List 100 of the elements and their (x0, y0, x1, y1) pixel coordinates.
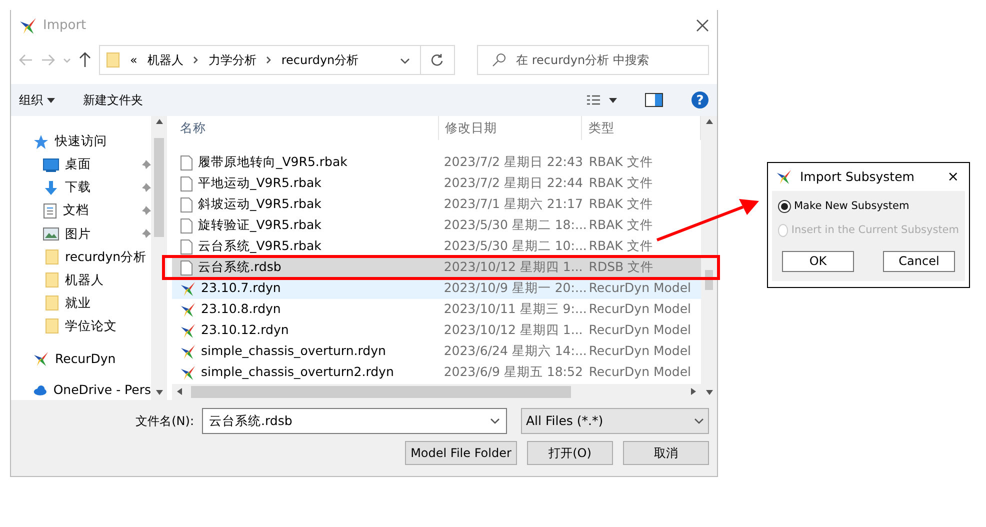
file-row[interactable]: simple_chassis_overturn2.rdyn 2023/6/9 星期五 18:52 RecurDyn Model (172, 362, 701, 383)
scroll-left-icon[interactable] (176, 387, 183, 396)
scrollbar-thumb[interactable] (191, 386, 571, 398)
nav-item[interactable]: 学位论文 (65, 316, 151, 336)
refresh-icon[interactable] (431, 54, 444, 66)
file-row[interactable]: 云台系统.rdsb 2023/10/12 星期四 1... RDSB 文件 (172, 257, 701, 278)
file-type: RBAK 文件 (588, 238, 653, 254)
nav-item[interactable]: 就业 (65, 294, 151, 313)
scroll-right-icon[interactable] (690, 387, 697, 396)
file-name: 云台系统.rdsb (198, 258, 282, 276)
nav-item[interactable]: 文档 (63, 201, 135, 220)
star-icon (33, 134, 49, 150)
model-folder-button[interactable]: Model File Folder (405, 441, 517, 465)
document-icon (43, 202, 57, 219)
chevron-icon (266, 56, 272, 64)
file-row[interactable]: 旋转验证_V9R5.rbak 2023/5/30 星期二 18:...RBAK 文件 (172, 215, 701, 236)
filename-field[interactable]: 云台系统.rdsb (202, 408, 507, 434)
close-icon[interactable] (696, 19, 709, 32)
file-icon (180, 176, 193, 192)
new-folder-button[interactable]: 新建文件夹 (83, 91, 143, 109)
modified-date: 2023/7/2 星期日 22:44 (444, 175, 583, 190)
scrollbar-thumb[interactable] (154, 138, 164, 236)
scroll-up-icon[interactable] (704, 118, 714, 126)
file-row[interactable]: 平地运动_V9R5.rbak 2023/7/2 星期日 22:44 RBAK 文件 (172, 173, 701, 194)
breadcrumb-item[interactable]: 力学分析 (208, 51, 256, 69)
scroll-up-icon[interactable] (154, 118, 164, 126)
preview-pane-icon[interactable] (645, 93, 663, 107)
caret-icon[interactable] (47, 98, 55, 102)
app-logo-icon (776, 169, 792, 186)
breadcrumb-item[interactable]: recurdyn分析 (281, 51, 359, 69)
file-type: RecurDyn Model (588, 301, 692, 316)
dialog-title: Import Subsystem (800, 168, 914, 186)
cancel-button[interactable]: 取消 (623, 441, 709, 465)
up-icon[interactable] (79, 52, 91, 68)
nav-item[interactable]: 图片 (65, 224, 135, 244)
file-row[interactable]: 履带原地转向_V9R5.rbak 2023/7/2 星期日 22:43 RBAK 文件 (172, 152, 701, 173)
file-icon (180, 260, 193, 276)
file-name: 云台系统_V9R5.rbak (198, 237, 322, 256)
scroll-down-icon[interactable] (704, 388, 714, 396)
close-icon[interactable]: × (947, 166, 959, 188)
caret-icon[interactable] (609, 98, 617, 102)
column-header[interactable]: 修改日期 (444, 118, 497, 138)
modified-date: 2023/6/9 星期五 18:52 (444, 364, 583, 380)
file-row[interactable]: 斜坡运动_V9R5.rbak 2023/7/1 星期六 21:17 RBAK 文件 (172, 194, 701, 215)
breadcrumb-item[interactable]: « (130, 51, 138, 69)
file-row[interactable]: 23.10.7.rdyn 2023/10/9 星期一 20:...RecurDyn Model (172, 278, 701, 299)
file-type: RBAK 文件 (588, 175, 653, 190)
modified-date: 2023/5/30 星期二 10:... (444, 238, 587, 254)
search-field[interactable]: 在 recurdyn分析 中搜索 (477, 45, 709, 75)
file-row[interactable]: 23.10.12.rdyn 2023/10/12 星期四 1... RecurDyn Model (172, 320, 701, 341)
nav-item[interactable]: 桌面 (65, 155, 135, 174)
file-icon (180, 154, 193, 170)
cloud-icon (33, 384, 48, 396)
file-type: RBAK 文件 (588, 217, 653, 232)
open-button[interactable]: 打开(O) (527, 441, 613, 465)
nav-item[interactable]: 快速访问 (55, 132, 151, 151)
modified-date: 2023/10/12 星期四 1... (444, 322, 583, 338)
modified-date: 2023/10/11 星期三 9:... (444, 301, 587, 316)
nav-item[interactable]: recurdyn分析 (65, 248, 151, 266)
file-name: 履带原地转向_V9R5.rbak (198, 153, 348, 172)
file-name: simple_chassis_overturn.rdyn (201, 342, 386, 360)
view-options-icon[interactable] (586, 95, 601, 105)
column-header[interactable]: 类型 (588, 118, 614, 138)
help-icon[interactable]: ? (691, 91, 709, 109)
recurdyn-logo-icon (180, 302, 196, 318)
file-icon (180, 238, 193, 254)
modified-date: 2023/7/1 星期六 21:17 (444, 196, 583, 212)
file-name: 23.10.12.rdyn (201, 321, 289, 340)
folder-icon (106, 52, 120, 68)
nav-item[interactable]: RecurDyn (55, 350, 151, 369)
file-row[interactable]: 云台系统_V9R5.rbak 2023/5/30 星期二 10:...RBAK 文件 (172, 236, 701, 257)
ok-button[interactable]: OK (782, 250, 854, 272)
cancel-button[interactable]: Cancel (883, 250, 955, 272)
file-type-select[interactable]: All Files (*.*) (521, 408, 709, 434)
file-row[interactable]: 23.10.8.rdyn 2023/10/11 星期三 9:...RecurDyn Model (172, 299, 701, 320)
file-row[interactable]: simple_chassis_overturn.rdyn 2023/6/24 星期六 14:...RecurDyn Model (172, 341, 701, 362)
nav-item[interactable]: OneDrive - Pers (53, 381, 151, 400)
folder-icon (45, 295, 59, 312)
nav-item[interactable]: 机器人 (65, 270, 151, 290)
dropdown-icon[interactable] (694, 418, 704, 424)
file-type: RecurDyn Model (588, 343, 692, 358)
chevron-icon (193, 56, 198, 64)
radio-option[interactable]: Make New Subsystem (778, 199, 959, 215)
file-icon (180, 218, 193, 234)
modified-date: 2023/7/2 星期日 22:43 (444, 154, 583, 170)
column-header[interactable]: 名称 (180, 118, 206, 138)
scroll-down-icon[interactable] (154, 388, 164, 396)
modified-date: 2023/10/9 星期一 20:... (444, 280, 587, 296)
organize-menu[interactable]: 组织 (19, 91, 55, 109)
file-name: 23.10.8.rdyn (201, 300, 281, 318)
recurdyn-logo-icon (180, 280, 196, 296)
file-type: RDSB 文件 (588, 259, 654, 274)
monitor-icon (43, 158, 59, 172)
dropdown-icon[interactable] (400, 58, 410, 64)
breadcrumb-item[interactable]: 机器人 (147, 51, 184, 69)
address-bar[interactable]: « 机器人 力学分析 recurdyn分析 (99, 45, 455, 75)
file-icon (180, 196, 193, 212)
nav-item[interactable]: 下载 (65, 178, 135, 198)
dropdown-icon[interactable] (490, 418, 500, 424)
file-name: 23.10.7.rdyn (201, 279, 281, 298)
